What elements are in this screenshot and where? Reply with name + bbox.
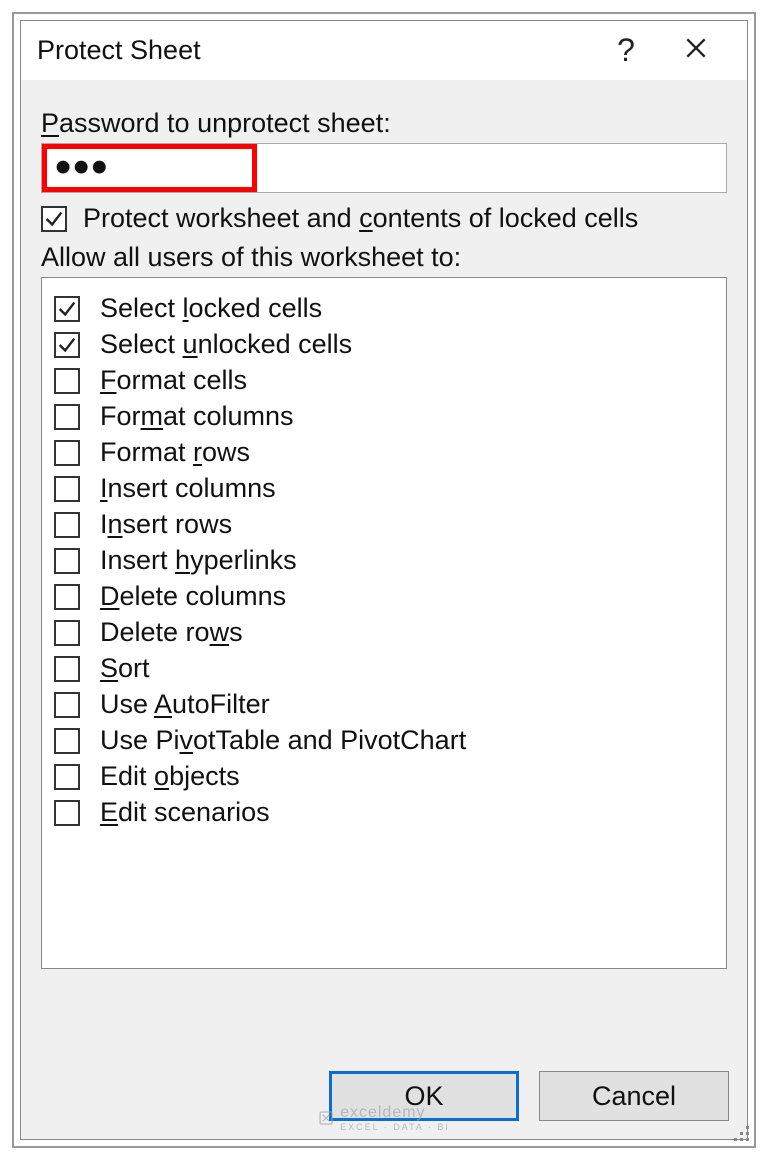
permission-checkbox[interactable] xyxy=(54,584,80,610)
logo-icon xyxy=(318,1110,334,1126)
permission-option[interactable]: Edit scenarios xyxy=(54,797,714,828)
permission-checkbox[interactable] xyxy=(54,620,80,646)
permission-option[interactable]: Insert hyperlinks xyxy=(54,545,714,576)
permission-checkbox[interactable] xyxy=(54,440,80,466)
permission-checkbox[interactable] xyxy=(54,296,80,322)
permission-option[interactable]: Edit objects xyxy=(54,761,714,792)
permission-label: Select unlocked cells xyxy=(100,329,352,360)
permission-checkbox[interactable] xyxy=(54,332,80,358)
permission-checkbox[interactable] xyxy=(54,368,80,394)
permission-label: Use PivotTable and PivotChart xyxy=(100,725,466,756)
permission-label: Edit objects xyxy=(100,761,240,792)
permission-option[interactable]: Delete columns xyxy=(54,581,714,612)
password-input[interactable]: ●●● xyxy=(41,143,727,193)
permission-option[interactable]: Format cells xyxy=(54,365,714,396)
permission-label: Format rows xyxy=(100,437,250,468)
close-button[interactable] xyxy=(661,31,731,70)
checkmark-icon xyxy=(56,334,78,356)
permission-label: Insert rows xyxy=(100,509,232,540)
permission-checkbox[interactable] xyxy=(54,404,80,430)
permission-label: Select locked cells xyxy=(100,293,322,324)
screenshot-frame: Protect Sheet ? Password to unprotect sh… xyxy=(12,12,756,1148)
resize-grip[interactable] xyxy=(732,1124,750,1142)
permission-label: Format cells xyxy=(100,365,247,396)
permission-label: Use AutoFilter xyxy=(100,689,270,720)
close-icon xyxy=(683,35,709,61)
permission-checkbox[interactable] xyxy=(54,800,80,826)
permission-checkbox[interactable] xyxy=(54,548,80,574)
permission-label: Edit scenarios xyxy=(100,797,270,828)
permission-checkbox[interactable] xyxy=(54,728,80,754)
checkmark-icon xyxy=(56,298,78,320)
permissions-listbox[interactable]: Select locked cells Select unlocked cells… xyxy=(41,277,727,969)
permission-checkbox[interactable] xyxy=(54,764,80,790)
permission-checkbox[interactable] xyxy=(54,476,80,502)
permission-option[interactable]: Format columns xyxy=(54,401,714,432)
protect-contents-row[interactable]: Protect worksheet and contents of locked… xyxy=(41,203,727,234)
watermark: exceldemy EXCEL · DATA · BI xyxy=(318,1104,450,1132)
checkmark-icon xyxy=(43,208,65,230)
permission-label: Delete rows xyxy=(100,617,243,648)
permission-label: Format columns xyxy=(100,401,294,432)
permission-checkbox[interactable] xyxy=(54,512,80,538)
permission-option[interactable]: Delete rows xyxy=(54,617,714,648)
highlight-box xyxy=(42,144,257,192)
help-button[interactable]: ? xyxy=(591,32,661,69)
title-bar: Protect Sheet ? xyxy=(21,21,747,80)
permission-option[interactable]: Insert rows xyxy=(54,509,714,540)
permission-checkbox[interactable] xyxy=(54,692,80,718)
permission-option[interactable]: Select locked cells xyxy=(54,293,714,324)
permission-option[interactable]: Format rows xyxy=(54,437,714,468)
permission-option[interactable]: Sort xyxy=(54,653,714,684)
permission-option[interactable]: Insert columns xyxy=(54,473,714,504)
permission-label: Insert hyperlinks xyxy=(100,545,297,576)
password-label: Password to unprotect sheet: xyxy=(41,108,727,139)
permission-option[interactable]: Use PivotTable and PivotChart xyxy=(54,725,714,756)
allow-users-label: Allow all users of this worksheet to: xyxy=(41,242,727,273)
permission-label: Sort xyxy=(100,653,150,684)
dialog-title: Protect Sheet xyxy=(37,35,591,66)
dialog-body: Password to unprotect sheet: ●●● Protect… xyxy=(21,80,747,1057)
cancel-button[interactable]: Cancel xyxy=(539,1071,729,1121)
protect-contents-label: Protect worksheet and contents of locked… xyxy=(83,203,638,234)
permission-label: Delete columns xyxy=(100,581,286,612)
permission-option[interactable]: Select unlocked cells xyxy=(54,329,714,360)
permission-label: Insert columns xyxy=(100,473,276,504)
permission-option[interactable]: Use AutoFilter xyxy=(54,689,714,720)
permission-checkbox[interactable] xyxy=(54,656,80,682)
protect-contents-checkbox[interactable] xyxy=(41,206,67,232)
protect-sheet-dialog: Protect Sheet ? Password to unprotect sh… xyxy=(20,20,748,1140)
